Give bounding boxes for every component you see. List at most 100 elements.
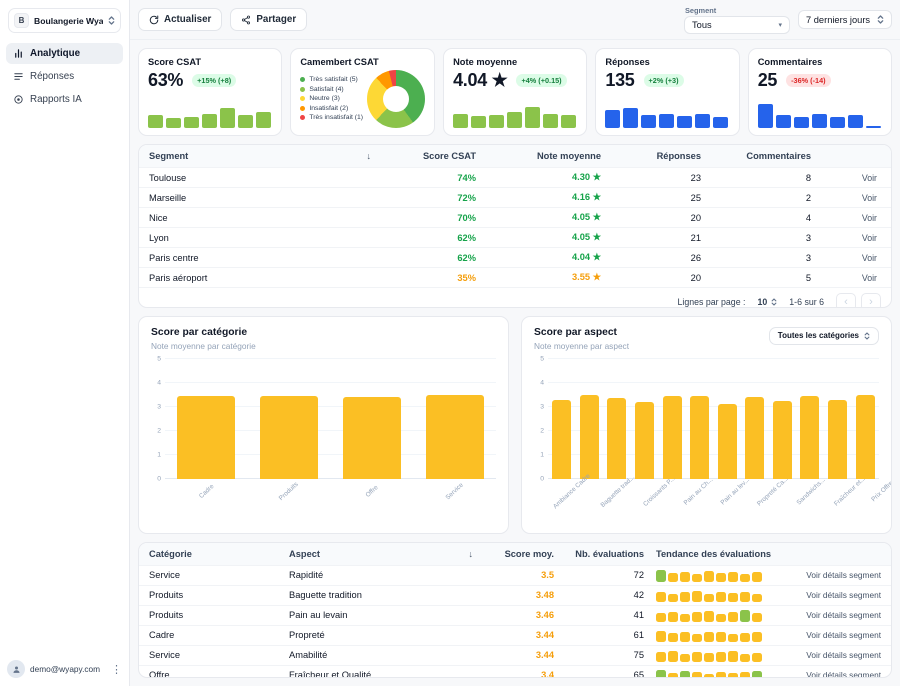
workspace-selector[interactable]: B Boulangerie Wyapy — [8, 8, 121, 33]
legend-item: Insatisfait (2) — [300, 105, 363, 112]
chart-bar — [663, 396, 682, 479]
aspect-value: Propreté — [289, 630, 325, 640]
responses-value: 23 — [601, 173, 701, 183]
voir-button[interactable]: Voir — [858, 251, 881, 265]
voir-details-button[interactable]: Voir détails segment — [806, 670, 881, 678]
category-value: Service — [149, 650, 289, 660]
x-axis-label: Sandwichs... — [796, 476, 827, 506]
kpi-card-commentaires: Commentaires 25-36% (-14) — [748, 48, 892, 136]
sidebar-item-label: Rapports IA — [30, 94, 82, 105]
aspect-value: Fraîcheur et Qualité — [289, 670, 371, 678]
date-range-select[interactable]: 7 derniers jours — [798, 10, 892, 29]
refresh-button[interactable]: Actualiser — [138, 8, 222, 31]
aspect-value: Rapidité — [289, 570, 323, 580]
user-menu-icon[interactable]: ⋮ — [109, 663, 124, 676]
list-icon — [13, 71, 24, 82]
voir-button[interactable]: Voir — [858, 171, 881, 185]
voir-details-button[interactable]: Voir détails segment — [806, 630, 881, 640]
aspect-value: Baguette tradition — [289, 590, 362, 600]
score-moy-value: 3.5 — [479, 570, 554, 580]
legend-item: Très insatisfait (1) — [300, 114, 363, 121]
user-email: demo@wyapy.com — [30, 664, 104, 674]
comments-value: 4 — [701, 213, 811, 223]
legend-item: Très satisfait (5) — [300, 76, 363, 83]
column-score-moy: Score moy. — [479, 549, 554, 559]
chart-bar — [773, 401, 792, 479]
score-moy-value: 3.44 — [479, 650, 554, 660]
bar-chart-icon — [13, 48, 24, 59]
comments-value: 2 — [701, 193, 811, 203]
x-axis: CadreProduitsOffreService — [165, 479, 496, 517]
segment-table-header: Segment↓ Score CSAT Note moyenne Réponse… — [139, 145, 891, 167]
segment-select[interactable]: Tous ▾ — [684, 16, 790, 34]
legend-item: Neutre (3) — [300, 95, 363, 102]
rows-per-page-label: Lignes par page : — [678, 297, 746, 307]
voir-button[interactable]: Voir — [858, 271, 881, 285]
responses-value: 25 — [601, 193, 701, 203]
share-icon — [241, 15, 251, 25]
x-axis-label: Pain au Ch... — [683, 476, 715, 506]
chevrons-up-down-icon — [108, 15, 115, 26]
next-page-button[interactable]: › — [861, 293, 881, 308]
aspect-table: Catégorie Aspect↓ Score moy. Nb. évaluat… — [138, 542, 892, 678]
x-axis-label: Baguette trad... — [599, 474, 636, 509]
aspect-value: Amabilité — [289, 650, 327, 660]
sidebar-nav: AnalytiqueRéponses Rapports IA — [6, 43, 123, 110]
rows-per-page-select[interactable]: 10 — [757, 297, 777, 307]
kpi-value: 135 — [605, 70, 634, 91]
y-axis: 012345 — [151, 359, 165, 479]
chart-bar — [718, 404, 737, 478]
column-note-moyenne: Note moyenne — [476, 151, 601, 161]
sidebar-item-analytique[interactable]: Analytique — [6, 43, 123, 64]
aspect-table-row: Service Amabilité 3.44 75 Voir détails s… — [139, 645, 891, 665]
responses-value: 20 — [601, 273, 701, 283]
share-button[interactable]: Partager — [230, 8, 307, 31]
score-moy-value: 3.4 — [479, 670, 554, 678]
note-moyenne-value: 4.04 ★ — [476, 252, 601, 263]
legend-dot — [300, 106, 305, 111]
target-icon — [13, 94, 24, 105]
voir-button[interactable]: Voir — [858, 231, 881, 245]
kpi-sparkline — [453, 103, 577, 128]
voir-button[interactable]: Voir — [858, 211, 881, 225]
segment-table-row: Toulouse 74% 4.30 ★ 23 8 Voir — [139, 167, 891, 187]
voir-details-button[interactable]: Voir détails segment — [806, 570, 881, 580]
user-row: demo@wyapy.com ⋮ — [7, 660, 124, 678]
sidebar-item-rapports-ia[interactable]: Rapports IA — [6, 89, 123, 110]
segment-name: Nice — [149, 213, 168, 223]
voir-details-button[interactable]: Voir détails segment — [806, 650, 881, 660]
sidebar: B Boulangerie Wyapy AnalytiqueRéponses Ra… — [0, 0, 130, 686]
x-axis-label: Produits — [278, 481, 300, 502]
x-axis: Ambiance CadreBaguette trad...Croissants… — [548, 479, 879, 517]
voir-details-button[interactable]: Voir détails segment — [806, 590, 881, 600]
nb-evaluations-value: 42 — [554, 590, 644, 600]
sort-icon[interactable]: ↓ — [469, 549, 474, 559]
score-moy-value: 3.46 — [479, 610, 554, 620]
kpi-trend-badge: -36% (-14) — [786, 74, 830, 87]
category-filter-select[interactable]: Toutes les catégories — [769, 327, 879, 345]
chart-title: Score par catégorie — [151, 327, 256, 338]
prev-page-button[interactable]: ‹ — [836, 293, 856, 308]
voir-button[interactable]: Voir — [858, 191, 881, 205]
aspect-table-header: Catégorie Aspect↓ Score moy. Nb. évaluat… — [139, 543, 891, 565]
date-range-value: 7 derniers jours — [806, 15, 870, 25]
segment-filter-group: Segment Tous ▾ — [684, 6, 790, 34]
chevron-down-icon: ▾ — [778, 21, 782, 29]
category-value: Service — [149, 570, 289, 580]
nb-evaluations-value: 75 — [554, 650, 644, 660]
legend-dot — [300, 115, 305, 120]
kpi-card-camembert: Camembert CSAT Très satisfait (5)Satisfa… — [290, 48, 435, 136]
chart-bar — [177, 396, 235, 479]
score-moy-value: 3.48 — [479, 590, 554, 600]
score-csat-value: 74% — [371, 173, 476, 183]
column-categorie: Catégorie — [149, 549, 289, 559]
kpi-trend-badge: +15% (+8) — [192, 74, 236, 87]
score-csat-value: 70% — [371, 213, 476, 223]
content: Score CSAT 63%+15% (+8) Camembert CSAT T… — [130, 40, 900, 686]
column-segment: Segment — [149, 151, 188, 161]
comments-value: 8 — [701, 173, 811, 183]
voir-details-button[interactable]: Voir détails segment — [806, 610, 881, 620]
sidebar-item-reponses[interactable]: Réponses — [6, 66, 123, 87]
segment-select-value: Tous — [692, 20, 712, 30]
kpi-title: Commentaires — [758, 57, 882, 67]
